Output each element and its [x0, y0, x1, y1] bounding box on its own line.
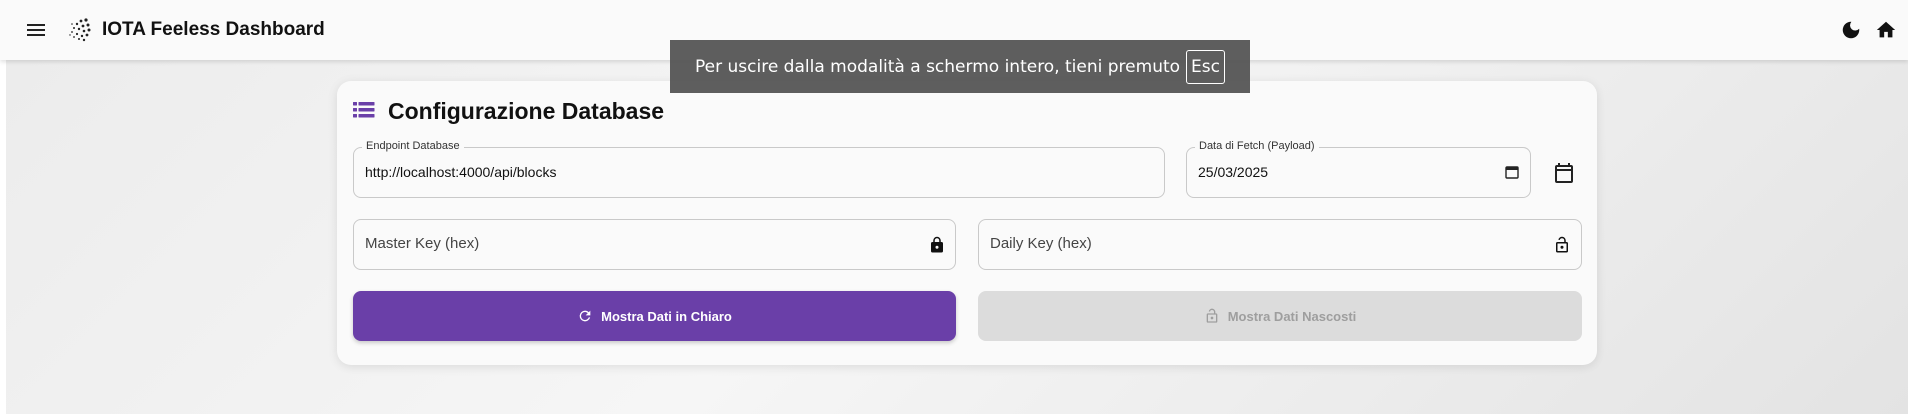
- fetch-date-label: Data di Fetch (Payload): [1195, 140, 1319, 152]
- calendar-icon: [1555, 163, 1573, 183]
- lock-open-icon: [1553, 236, 1571, 254]
- show-clear-data-label: Mostra Dati in Chiaro: [601, 308, 732, 324]
- card-title: Configurazione Database: [388, 98, 665, 124]
- fullscreen-exit-toast: Per uscire dalla modalità a schermo inte…: [670, 40, 1250, 93]
- endpoint-value[interactable]: http://localhost:4000/api/blocks: [365, 164, 556, 180]
- app-title: IOTA Feeless Dashboard: [102, 19, 325, 40]
- lock-open-icon: [1206, 308, 1218, 323]
- dark-mode-icon[interactable]: [1840, 19, 1862, 41]
- endpoint-label: Endpoint Database: [362, 140, 464, 152]
- home-icon[interactable]: [1875, 19, 1897, 41]
- show-hidden-data-label: Mostra Dati Nascosti: [1227, 308, 1357, 324]
- lock-icon: [928, 236, 946, 254]
- show-clear-data-button[interactable]: Mostra Dati in Chiaro: [353, 291, 956, 341]
- toast-message: Per uscire dalla modalità a schermo inte…: [695, 56, 1181, 77]
- database-config-card: Configurazione Database Endpoint Databas…: [337, 81, 1597, 365]
- master-key-placeholder[interactable]: Master Key (hex): [365, 235, 479, 252]
- master-key-field[interactable]: Master Key (hex): [353, 219, 956, 270]
- daily-key-placeholder[interactable]: Daily Key (hex): [990, 235, 1092, 252]
- database-list-icon: [353, 100, 375, 122]
- show-hidden-data-button[interactable]: Mostra Dati Nascosti: [978, 291, 1582, 341]
- daily-key-field[interactable]: Daily Key (hex): [978, 219, 1582, 270]
- toast-esc-key: Esc: [1186, 49, 1225, 84]
- fetch-date-value[interactable]: 25/03/2025: [1198, 164, 1268, 180]
- calendar-button[interactable]: [1552, 161, 1576, 185]
- menu-icon[interactable]: [24, 18, 48, 42]
- iota-logo: [66, 16, 94, 44]
- fetch-date-field[interactable]: Data di Fetch (Payload) 25/03/2025: [1186, 140, 1531, 198]
- date-picker-icon[interactable]: [1505, 165, 1519, 179]
- endpoint-field[interactable]: Endpoint Database http://localhost:4000/…: [353, 140, 1165, 198]
- refresh-icon: [579, 310, 591, 322]
